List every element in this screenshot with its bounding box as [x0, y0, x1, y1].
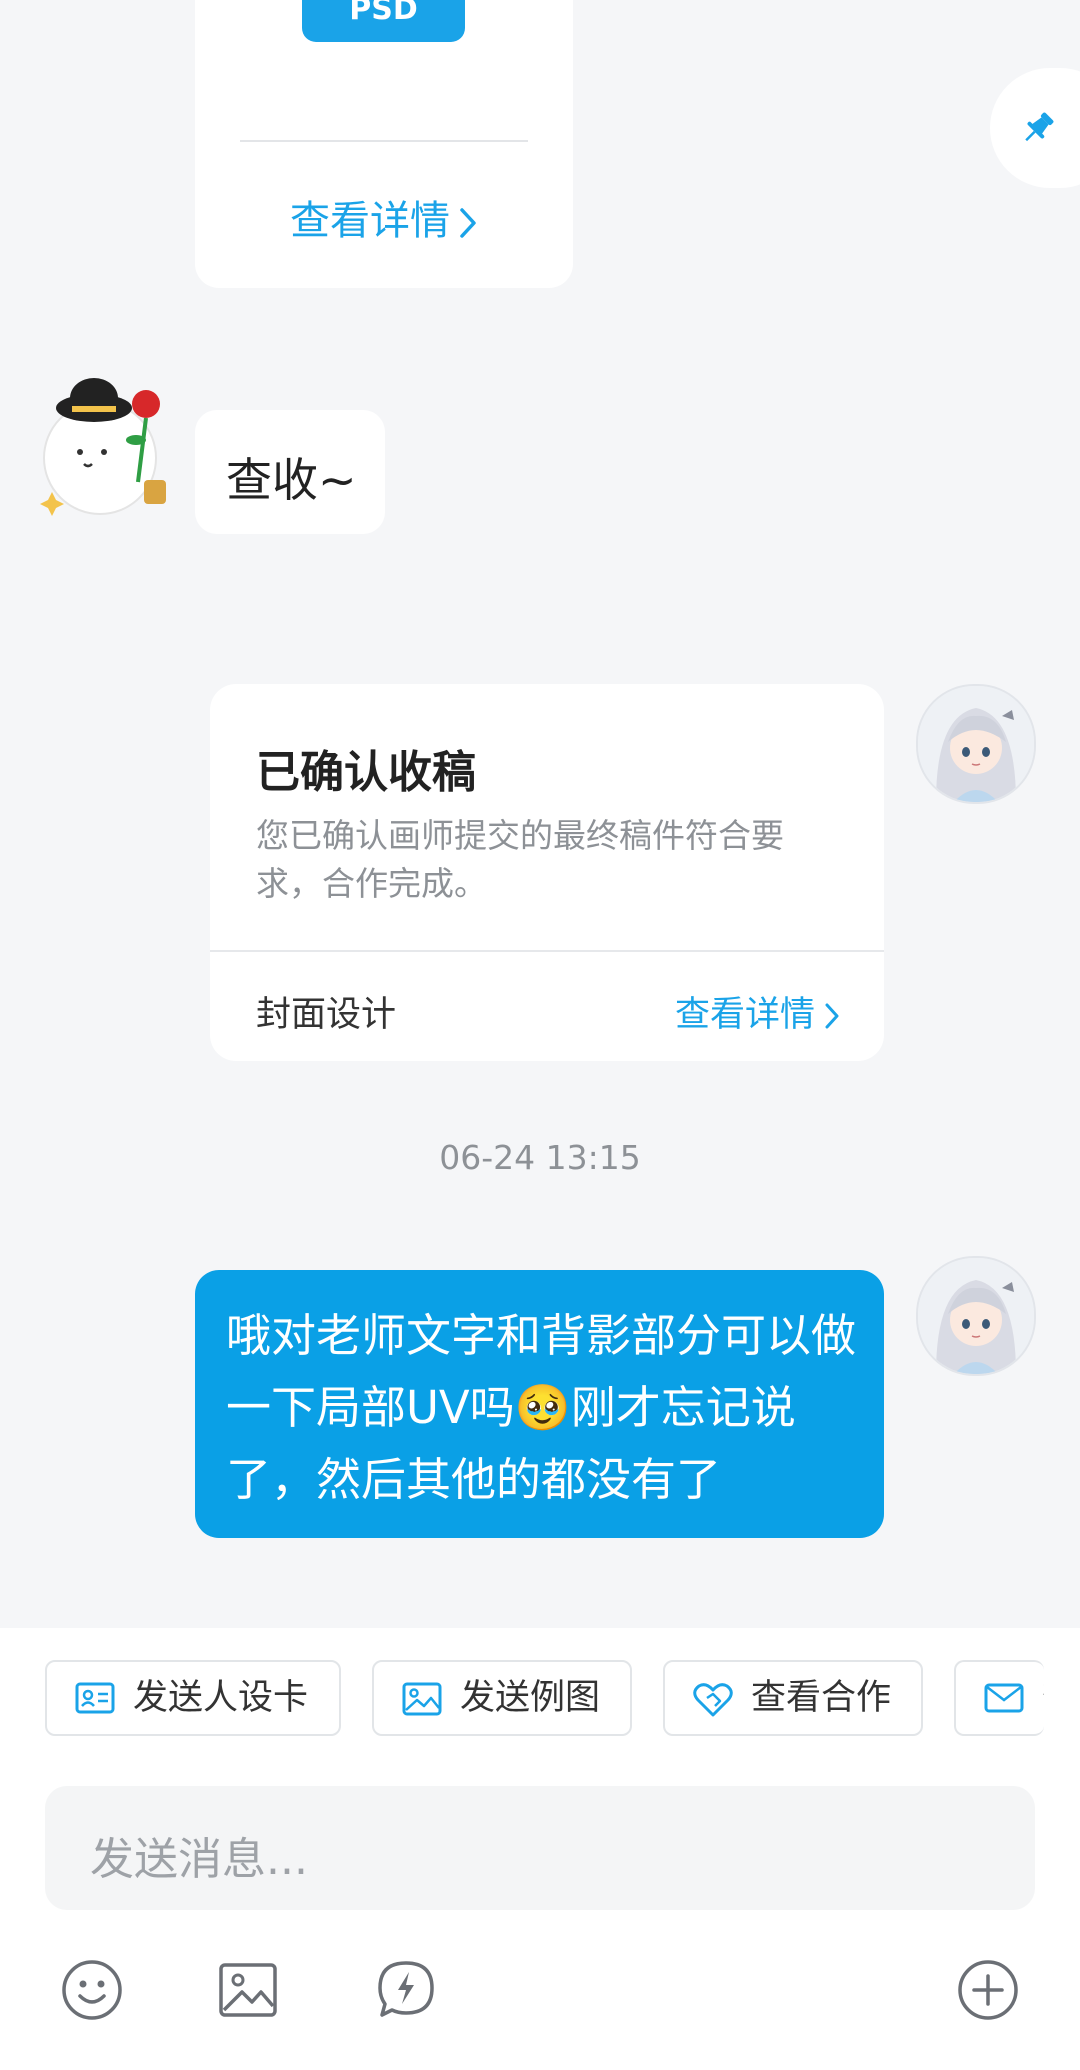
project-name: 封面设计: [256, 995, 397, 1035]
message-text-other: 查收~: [226, 453, 357, 507]
chevron-right-icon: [460, 208, 476, 238]
send-character-card-button[interactable]: 发送人设卡: [45, 1660, 341, 1736]
scroll-fade: [1048, 1650, 1080, 1746]
card-title: 已确认收稿: [256, 747, 476, 798]
quick-action-label: 发送人设卡: [133, 1678, 309, 1718]
anime-girl-avatar-icon: [918, 1258, 1034, 1374]
image-icon: [402, 1682, 442, 1716]
quick-action-label: 查看合作: [751, 1678, 892, 1718]
mail-action-button[interactable]: 查: [954, 1660, 1044, 1736]
avatar-other[interactable]: [28, 372, 178, 522]
avatar-self[interactable]: [916, 1256, 1036, 1376]
view-cooperation-button[interactable]: 查看合作: [663, 1660, 923, 1736]
message-text-self: 哦对老师文字和背影部分可以做一下局部UV吗🥹刚才忘记说了，然后其他的都没有了: [226, 1309, 857, 1506]
message-input-placeholder: 发送消息...: [90, 1834, 308, 1885]
image-picker-icon[interactable]: [216, 1958, 280, 2022]
psd-badge: PSD: [302, 0, 465, 42]
view-details-label: 查看详情: [290, 198, 450, 244]
card-divider: [210, 950, 884, 952]
card-description: 您已确认画师提交的最终稿件符合要求，合作完成。: [256, 816, 784, 903]
anime-girl-avatar-icon: [918, 686, 1034, 802]
view-details-link-top[interactable]: 查看详情: [240, 188, 528, 246]
timestamp: 06-24 13:15: [439, 1138, 641, 1177]
view-details-link[interactable]: 查看详情: [675, 986, 841, 1037]
quick-action-label: 发送例图: [460, 1678, 601, 1718]
avatar-self[interactable]: [916, 684, 1036, 804]
quick-action-label: 查: [1042, 1662, 1044, 1734]
send-example-image-button[interactable]: 发送例图: [372, 1660, 632, 1736]
view-details-label: 查看详情: [675, 995, 816, 1035]
id-card-icon: [75, 1682, 115, 1714]
emoji-icon[interactable]: [60, 1958, 124, 2022]
mail-icon: [984, 1683, 1024, 1713]
lightning-chat-icon[interactable]: [374, 1958, 438, 2022]
pin-icon: [1025, 112, 1054, 142]
heart-handshake-icon: [693, 1683, 733, 1717]
divider: [240, 140, 528, 142]
chevron-right-icon: [825, 1003, 839, 1029]
plus-circle-icon[interactable]: [956, 1958, 1020, 2022]
